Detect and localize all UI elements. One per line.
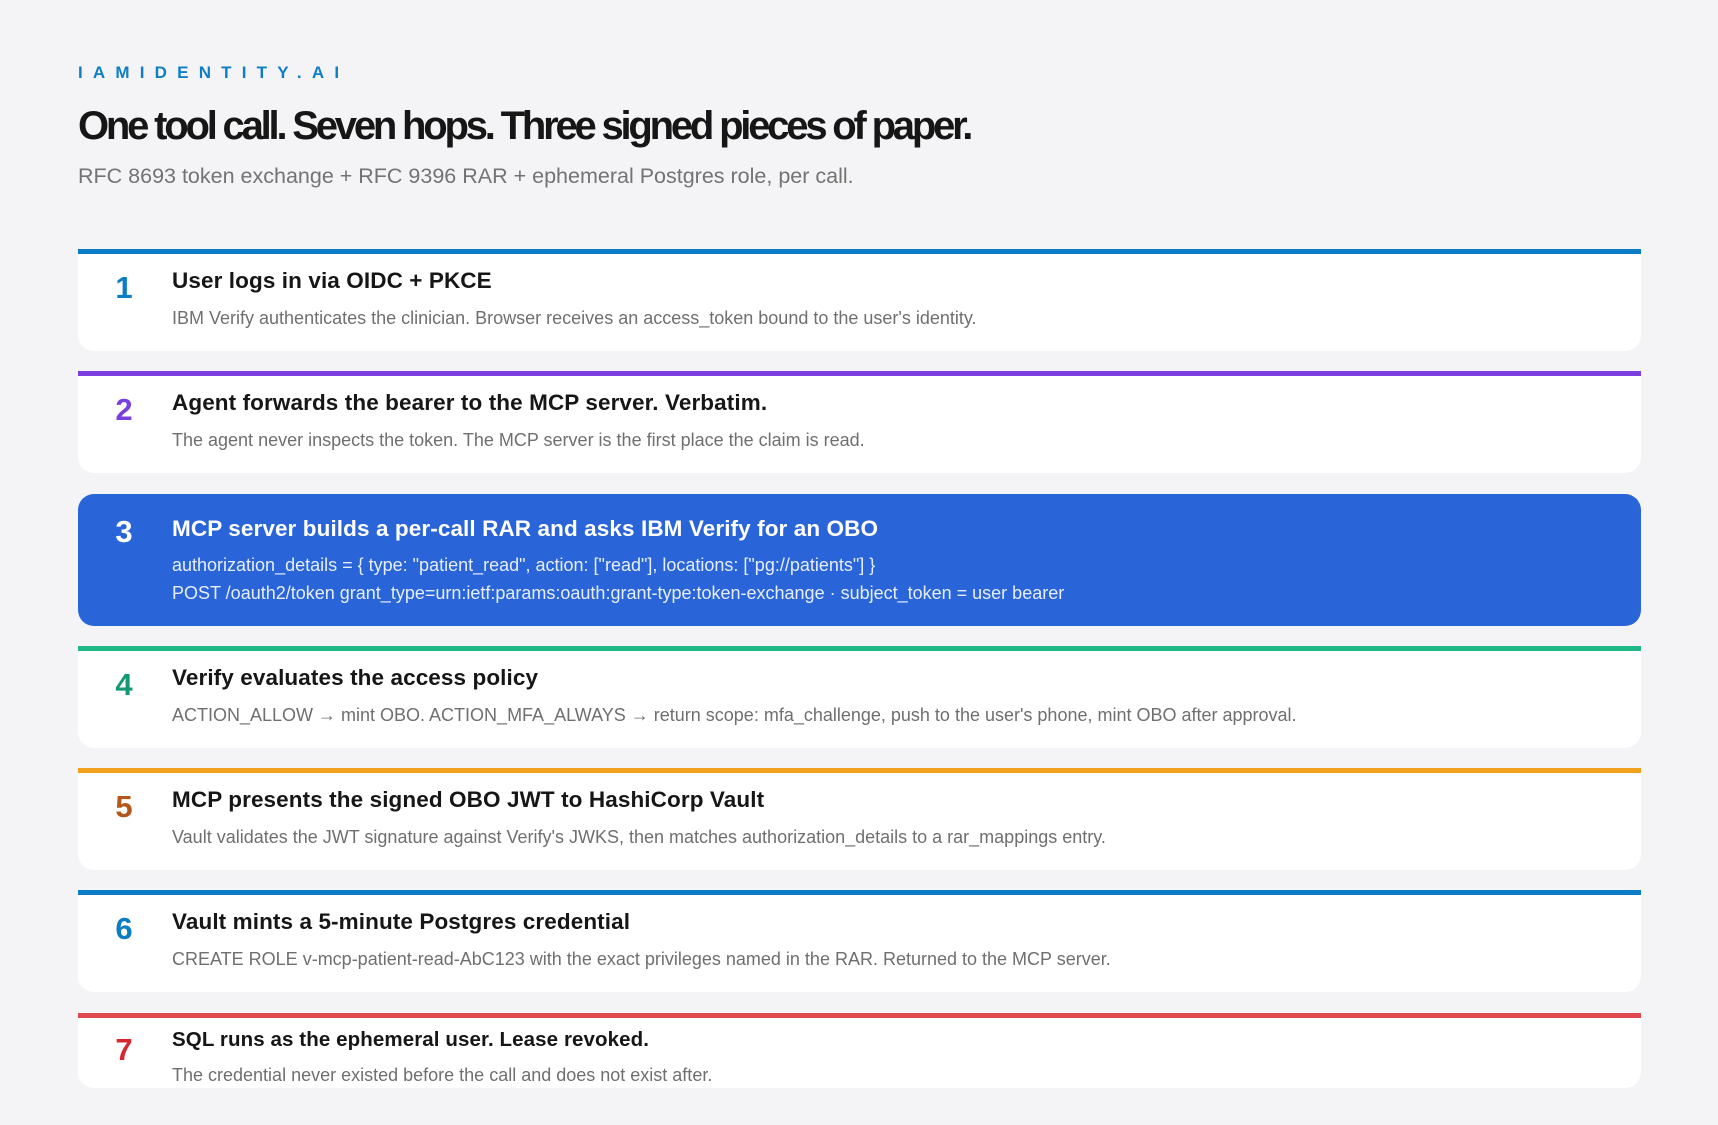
step-card-6: 6 Vault mints a 5-minute Postgres creden… xyxy=(78,890,1641,992)
page-title: One tool call. Seven hops. Three signed … xyxy=(78,104,973,148)
step-title: MCP server builds a per-call RAR and ask… xyxy=(172,516,879,541)
step-number: 7 xyxy=(115,1032,133,1067)
step-card-1: 1 User logs in via OIDC + PKCE IBM Verif… xyxy=(78,249,1641,351)
step-number: 4 xyxy=(115,667,133,702)
step-description: The credential never existed before the … xyxy=(172,1065,713,1085)
step-card-7: 7 SQL runs as the ephemeral user. Lease … xyxy=(78,1013,1641,1088)
step-card-4: 4 Verify evaluates the access policy ACT… xyxy=(78,646,1641,748)
step-title: Vault mints a 5-minute Postgres credenti… xyxy=(172,909,631,934)
step-number: 5 xyxy=(115,789,133,824)
step-description-line-2: POST /oauth2/token grant_type=urn:ietf:p… xyxy=(172,583,1065,603)
step-description: ACTION_ALLOW → mint OBO. ACTION_MFA_ALWA… xyxy=(172,705,1297,725)
page-subtitle: RFC 8693 token exchange + RFC 9396 RAR +… xyxy=(78,164,854,188)
step-title: Verify evaluates the access policy xyxy=(172,665,539,690)
step-description: IBM Verify authenticates the clinician. … xyxy=(172,308,977,328)
step-number: 2 xyxy=(115,392,133,427)
step-number: 3 xyxy=(115,514,133,549)
step-card-3: 3 MCP server builds a per-call RAR and a… xyxy=(78,494,1641,626)
step-description: CREATE ROLE v-mcp-patient-read-AbC123 wi… xyxy=(172,949,1111,969)
step-title: User logs in via OIDC + PKCE xyxy=(172,268,492,293)
step-description: The agent never inspects the token. The … xyxy=(172,430,865,450)
step-title: Agent forwards the bearer to the MCP ser… xyxy=(172,390,768,415)
step-description: authorization_details = { type: "patient… xyxy=(172,555,876,575)
step-card-5: 5 MCP presents the signed OBO JWT to Has… xyxy=(78,768,1641,870)
step-number: 1 xyxy=(115,270,133,305)
brand-wordmark: IAMIDENTITY.AI xyxy=(78,63,350,82)
step-description: Vault validates the JWT signature agains… xyxy=(172,827,1106,847)
step-title: SQL runs as the ephemeral user. Lease re… xyxy=(172,1028,650,1051)
step-number: 6 xyxy=(115,911,133,946)
step-title: MCP presents the signed OBO JWT to Hashi… xyxy=(172,787,765,812)
step-card-2: 2 Agent forwards the bearer to the MCP s… xyxy=(78,371,1641,473)
